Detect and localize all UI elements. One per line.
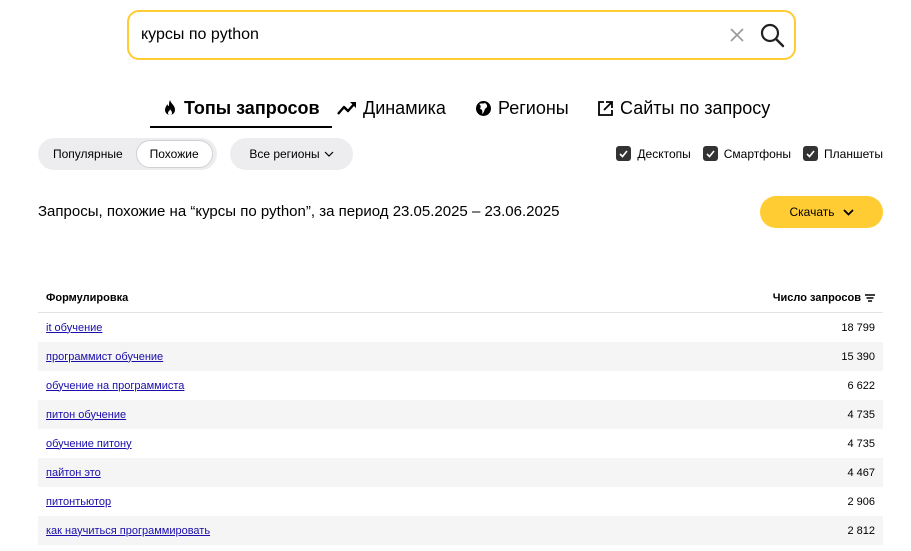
- fire-icon: [165, 100, 175, 115]
- table-header: Формулировка Число запросов: [38, 284, 883, 313]
- table-row: как научиться программировать 2 812: [38, 516, 883, 545]
- table-row: питон обучение 4 735: [38, 400, 883, 429]
- device-label: Десктопы: [637, 146, 691, 161]
- query-count: 4 735: [847, 408, 875, 421]
- tab-dynamics[interactable]: Динамика: [337, 94, 446, 122]
- table-row: питонтьютор 2 906: [38, 487, 883, 516]
- table-row: it обучение 18 799: [38, 313, 883, 342]
- query-link[interactable]: как научиться программировать: [46, 525, 210, 537]
- device-label: Смартфоны: [723, 146, 792, 161]
- query-count: 6 622: [847, 379, 875, 392]
- trend-icon: [337, 102, 356, 115]
- tab-bar: Топы запросов Динамика Регионы Сайты по …: [0, 94, 911, 128]
- column-count: Число запросов: [772, 292, 861, 304]
- device-label: Планшеты: [824, 146, 883, 161]
- table-row: программист обучение 15 390: [38, 342, 883, 371]
- checkbox-checked-icon: [702, 146, 718, 161]
- chevron-down-icon: [324, 151, 334, 157]
- query-count: 15 390: [841, 350, 875, 363]
- table-row: обучение питону 4 735: [38, 429, 883, 458]
- device-smartphone-checkbox[interactable]: Смартфоны: [702, 146, 792, 161]
- query-count: 2 812: [847, 524, 875, 537]
- table-row: обучение на программиста 6 622: [38, 371, 883, 400]
- download-button[interactable]: Скачать: [760, 196, 883, 228]
- queries-table: Формулировка Число запросов it обучение 1…: [38, 284, 883, 545]
- query-link[interactable]: обучение питону: [46, 438, 132, 450]
- search-input[interactable]: [141, 22, 701, 48]
- results-heading: Запросы, похожие на “курсы по python”, з…: [38, 203, 560, 220]
- query-link[interactable]: обучение на программиста: [46, 380, 184, 392]
- query-count: 18 799: [841, 321, 875, 334]
- column-phrase: Формулировка: [46, 292, 129, 304]
- query-link[interactable]: питон обучение: [46, 409, 126, 421]
- region-dropdown[interactable]: Все регионы: [230, 138, 353, 170]
- search-box[interactable]: [127, 10, 796, 60]
- query-count: 4 735: [847, 437, 875, 450]
- query-link[interactable]: программист обучение: [46, 351, 163, 363]
- download-label: Скачать: [789, 205, 835, 219]
- checkbox-checked-icon: [616, 146, 632, 161]
- mode-popular-button[interactable]: Популярные: [40, 140, 136, 168]
- tab-label: Сайты по запросу: [620, 97, 771, 118]
- mode-switch: Популярные Похожие: [38, 138, 217, 170]
- device-tablet-checkbox[interactable]: Планшеты: [803, 146, 883, 161]
- query-count: 4 467: [847, 466, 875, 479]
- tab-top-queries[interactable]: Топы запросов: [150, 94, 332, 128]
- globe-icon: [476, 100, 491, 116]
- region-label: Все регионы: [249, 147, 320, 161]
- sort-icon: [865, 294, 875, 302]
- external-link-icon: [598, 100, 613, 116]
- query-link[interactable]: it обучение: [46, 322, 102, 334]
- device-filter: Десктопы Смартфоны Планшеты: [616, 146, 883, 161]
- clear-icon[interactable]: [725, 23, 749, 47]
- query-count: 2 906: [847, 495, 875, 508]
- mode-similar-button[interactable]: Похожие: [135, 140, 213, 168]
- tab-regions[interactable]: Регионы: [475, 94, 569, 122]
- query-link[interactable]: питонтьютор: [46, 496, 111, 508]
- table-row: пайтон это 4 467: [38, 458, 883, 487]
- checkbox-checked-icon: [803, 146, 819, 161]
- tab-sites[interactable]: Сайты по запросу: [597, 94, 770, 122]
- tab-label: Динамика: [363, 97, 446, 118]
- device-desktop-checkbox[interactable]: Десктопы: [616, 146, 691, 161]
- search-icon[interactable]: [758, 21, 786, 49]
- table-body: it обучение 18 799 программист обучение 15 …: [38, 313, 883, 545]
- tab-label: Регионы: [498, 97, 569, 118]
- tab-label: Топы запросов: [184, 97, 320, 118]
- query-link[interactable]: пайтон это: [46, 467, 101, 479]
- chevron-down-icon: [842, 208, 854, 216]
- column-count-sort[interactable]: Число запросов: [773, 292, 875, 304]
